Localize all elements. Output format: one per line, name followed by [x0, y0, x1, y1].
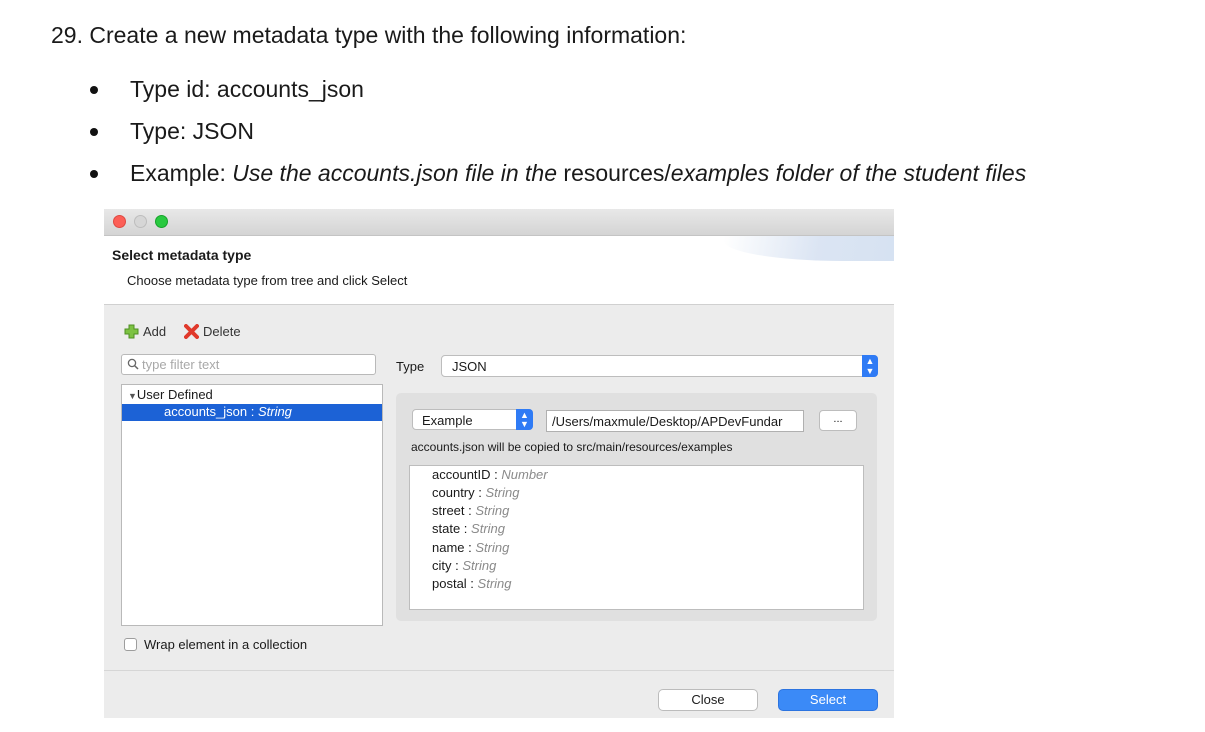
zoom-window-icon[interactable]	[155, 215, 168, 228]
dialog-subtitle: Choose metadata type from tree and click…	[127, 273, 408, 288]
delete-button[interactable]: Delete	[184, 324, 241, 339]
window-titlebar[interactable]	[104, 209, 894, 236]
list-item: Type: JSON	[88, 118, 1026, 160]
list-item: name : String	[432, 540, 509, 555]
triangle-down-icon[interactable]: ▼	[128, 391, 137, 401]
example-panel: Example ▲ ▼ /Users/maxmule/Desktop/APDevF…	[396, 393, 877, 621]
chevron-updown-icon[interactable]: ▲ ▼	[862, 355, 878, 377]
filter-placeholder: type filter text	[142, 357, 220, 372]
list-item: postal : String	[432, 576, 512, 591]
field-name: accountID :	[432, 467, 502, 482]
bullet-example-italic-2: examples folder of the student files	[670, 160, 1027, 186]
header-decoration	[724, 236, 894, 261]
field-type: String	[475, 540, 510, 555]
bullet-icon	[90, 170, 98, 178]
bullet-icon	[90, 128, 98, 136]
bullet-icon	[90, 86, 98, 94]
list-item: country : String	[432, 485, 519, 500]
type-dropdown-value: JSON	[452, 359, 487, 374]
tree-item-accounts-json[interactable]: accounts_json : String	[122, 404, 382, 421]
delete-x-icon	[184, 324, 199, 339]
list-item: city : String	[432, 558, 496, 573]
field-type: String	[485, 485, 520, 500]
list-item: state : String	[432, 521, 505, 536]
select-button[interactable]: Select	[778, 689, 878, 711]
example-dropdown[interactable]: Example ▲ ▼	[412, 409, 533, 430]
tree-item-type: String	[257, 404, 292, 419]
instruction-list: Type id: accounts_json Type: JSON Exampl…	[88, 76, 1026, 202]
tree-root-label: User Defined	[136, 387, 213, 402]
add-label: Add	[143, 324, 167, 339]
list-item: accountID : Number	[432, 467, 548, 482]
bullet-type: Type: JSON	[130, 118, 254, 144]
close-window-icon[interactable]	[113, 215, 126, 228]
field-type: String	[471, 521, 505, 536]
dialog-header: Select metadata type Choose metadata typ…	[104, 236, 894, 305]
browse-button[interactable]: ...	[819, 410, 857, 431]
metadata-tree[interactable]: ▼User Defined accounts_json : String	[121, 384, 383, 626]
wrap-label: Wrap element in a collection	[144, 637, 308, 652]
bullet-example-plain: resources/	[557, 160, 671, 186]
plus-icon	[124, 324, 139, 339]
copy-note: accounts.json will be copied to src/main…	[411, 440, 733, 454]
tree-item-name: accounts_json :	[164, 404, 258, 419]
field-type: String	[462, 558, 497, 573]
tree-item-user-defined[interactable]: ▼User Defined	[128, 387, 213, 402]
filter-input[interactable]: type filter text	[121, 354, 376, 375]
bullet-example-italic-1: Use the accounts.json file in the	[232, 160, 558, 186]
footer-divider	[104, 670, 894, 671]
list-item: Type id: accounts_json	[88, 76, 1026, 118]
field-name: state :	[432, 521, 472, 536]
minimize-window-icon[interactable]	[134, 215, 147, 228]
field-name: country :	[432, 485, 486, 500]
delete-label: Delete	[203, 324, 241, 339]
fields-list[interactable]: accountID : Number country : String stre…	[409, 465, 864, 610]
example-dropdown-value: Example	[422, 413, 473, 428]
field-type: String	[477, 576, 512, 591]
bullet-example-label: Example:	[130, 160, 233, 186]
field-name: name :	[432, 540, 476, 555]
add-button[interactable]: Add	[124, 324, 166, 339]
field-name: street :	[432, 503, 476, 518]
search-icon	[127, 358, 139, 370]
list-item: Example: Use the accounts.json file in t…	[88, 160, 1026, 202]
close-button[interactable]: Close	[658, 689, 758, 711]
field-type: Number	[501, 467, 548, 482]
bullet-type-id: Type id: accounts_json	[130, 76, 364, 102]
dialog-title: Select metadata type	[112, 247, 252, 263]
chevron-updown-icon[interactable]: ▲ ▼	[516, 409, 533, 430]
checkbox-icon[interactable]	[124, 638, 137, 651]
instruction-heading: 29. Create a new metadata type with the …	[51, 22, 687, 48]
select-metadata-dialog: Select metadata type Choose metadata typ…	[104, 209, 894, 718]
type-label: Type	[396, 359, 425, 374]
field-name: postal :	[432, 576, 478, 591]
field-type: String	[475, 503, 510, 518]
list-item: street : String	[432, 503, 509, 518]
type-dropdown[interactable]: JSON ▲ ▼	[441, 355, 878, 377]
example-path-field[interactable]: /Users/maxmule/Desktop/APDevFundar	[546, 410, 804, 432]
field-name: city :	[432, 558, 463, 573]
wrap-collection-checkbox[interactable]: Wrap element in a collection	[124, 637, 307, 652]
